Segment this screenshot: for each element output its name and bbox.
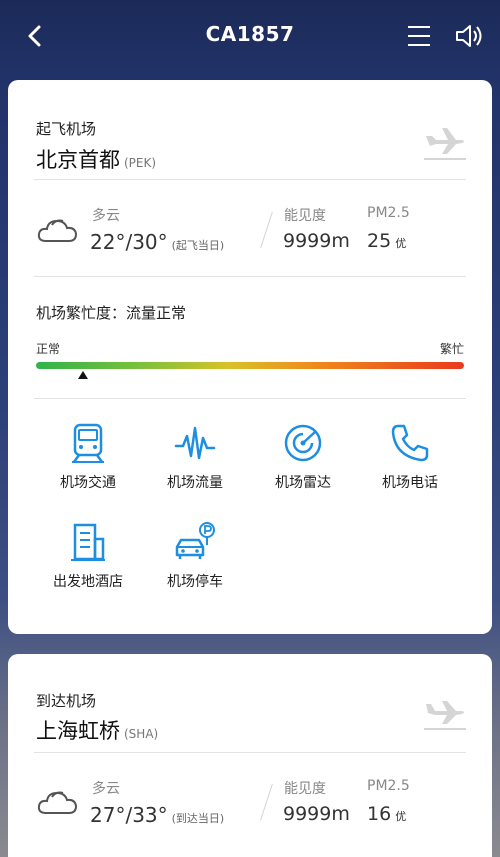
departure-airport-card: 起飞机场 北京首都 (PEK) 多云 22°/30° (起飞当日) 能见度 9999… [8, 80, 492, 634]
arrival-pm25-label: PM2.5 [367, 778, 410, 794]
airport-radar-label: 机场雷达 [275, 475, 331, 491]
visibility-value: 9999m [283, 230, 350, 252]
busy-gradient-bar [36, 362, 464, 369]
departure-hotel-button[interactable]: 出发地酒店 [38, 521, 138, 601]
arrival-visibility-value: 9999m [283, 803, 350, 825]
busy-scale-high-label: 繁忙 [439, 342, 464, 356]
landing-plane-icon [424, 701, 466, 730]
cloudy-icon [37, 219, 78, 242]
visibility-label: 能见度 [284, 208, 326, 224]
pm25-reading: 25 优 [367, 230, 406, 252]
departure-section-label: 起飞机场 [36, 120, 97, 138]
airport-traffic-label: 机场流量 [167, 475, 223, 491]
arrival-weather-condition: 多云 [92, 781, 120, 797]
arrival-pm25-grade: 优 [395, 810, 407, 823]
arrival-temperature-range: 27°/33° (到达当日) [90, 803, 224, 827]
airport-parking-button[interactable]: 机场停车 [145, 521, 245, 601]
divider [34, 398, 466, 399]
divider [34, 179, 466, 180]
arrival-pm25-reading: 16 优 [367, 803, 406, 825]
busy-level-pointer [78, 371, 89, 379]
pm25-label: PM2.5 [367, 205, 410, 221]
airport-traffic-button[interactable]: 机场流量 [145, 422, 245, 502]
radar-icon [284, 424, 322, 462]
airport-transport-label: 机场交通 [60, 475, 116, 491]
arrival-airport-code: (SHA) [124, 727, 159, 741]
airport-transport-button[interactable]: 机场交通 [38, 422, 138, 502]
weather-condition: 多云 [92, 208, 120, 224]
phone-icon [391, 424, 429, 462]
traffic-wave-icon [174, 426, 216, 460]
cloudy-icon [37, 791, 78, 814]
pm25-grade: 优 [395, 237, 407, 250]
hotel-building-icon [71, 523, 105, 561]
divider [34, 276, 466, 277]
departure-airport-name: 北京首都 (PEK) [36, 144, 156, 174]
speaker-icon[interactable] [454, 22, 484, 50]
top-nav-bar: CA1857 [0, 0, 500, 72]
departure-city: 北京首都 [36, 148, 120, 172]
departure-hotel-label: 出发地酒店 [53, 574, 123, 590]
parking-car-icon [175, 522, 215, 559]
airport-phone-label: 机场电话 [382, 475, 438, 491]
pm25-value: 25 [367, 230, 392, 252]
busy-scale-low-label: 正常 [36, 342, 61, 356]
separator [260, 211, 273, 249]
arrival-section-label: 到达机场 [36, 692, 97, 710]
arrival-temperature-value: 27°/33° [90, 803, 168, 827]
arrival-airport-name: 上海虹桥 (SHA) [36, 715, 158, 745]
menu-icon[interactable] [406, 24, 432, 48]
takeoff-plane-icon [424, 128, 466, 160]
departure-airport-code: (PEK) [124, 156, 157, 170]
airport-parking-label: 机场停车 [167, 574, 223, 590]
arrival-airport-card: 到达机场 上海虹桥 (SHA) 多云 27°/33° (到达当日) 能见度 9999… [8, 654, 492, 857]
arrival-city: 上海虹桥 [36, 719, 120, 743]
arrival-pm25-value: 16 [367, 803, 392, 825]
airport-radar-button[interactable]: 机场雷达 [253, 422, 353, 502]
airport-busy-label: 机场繁忙度：流量正常 [36, 304, 187, 322]
divider [34, 752, 466, 753]
airport-phone-button[interactable]: 机场电话 [360, 422, 460, 502]
arrival-visibility-label: 能见度 [284, 781, 326, 797]
arrival-temperature-note: (到达当日) [171, 812, 225, 825]
separator [260, 783, 273, 821]
temperature-range: 22°/30° (起飞当日) [90, 230, 224, 254]
temperature-note: (起飞当日) [171, 239, 225, 252]
train-icon [72, 423, 104, 463]
temperature-value: 22°/30° [90, 230, 168, 254]
